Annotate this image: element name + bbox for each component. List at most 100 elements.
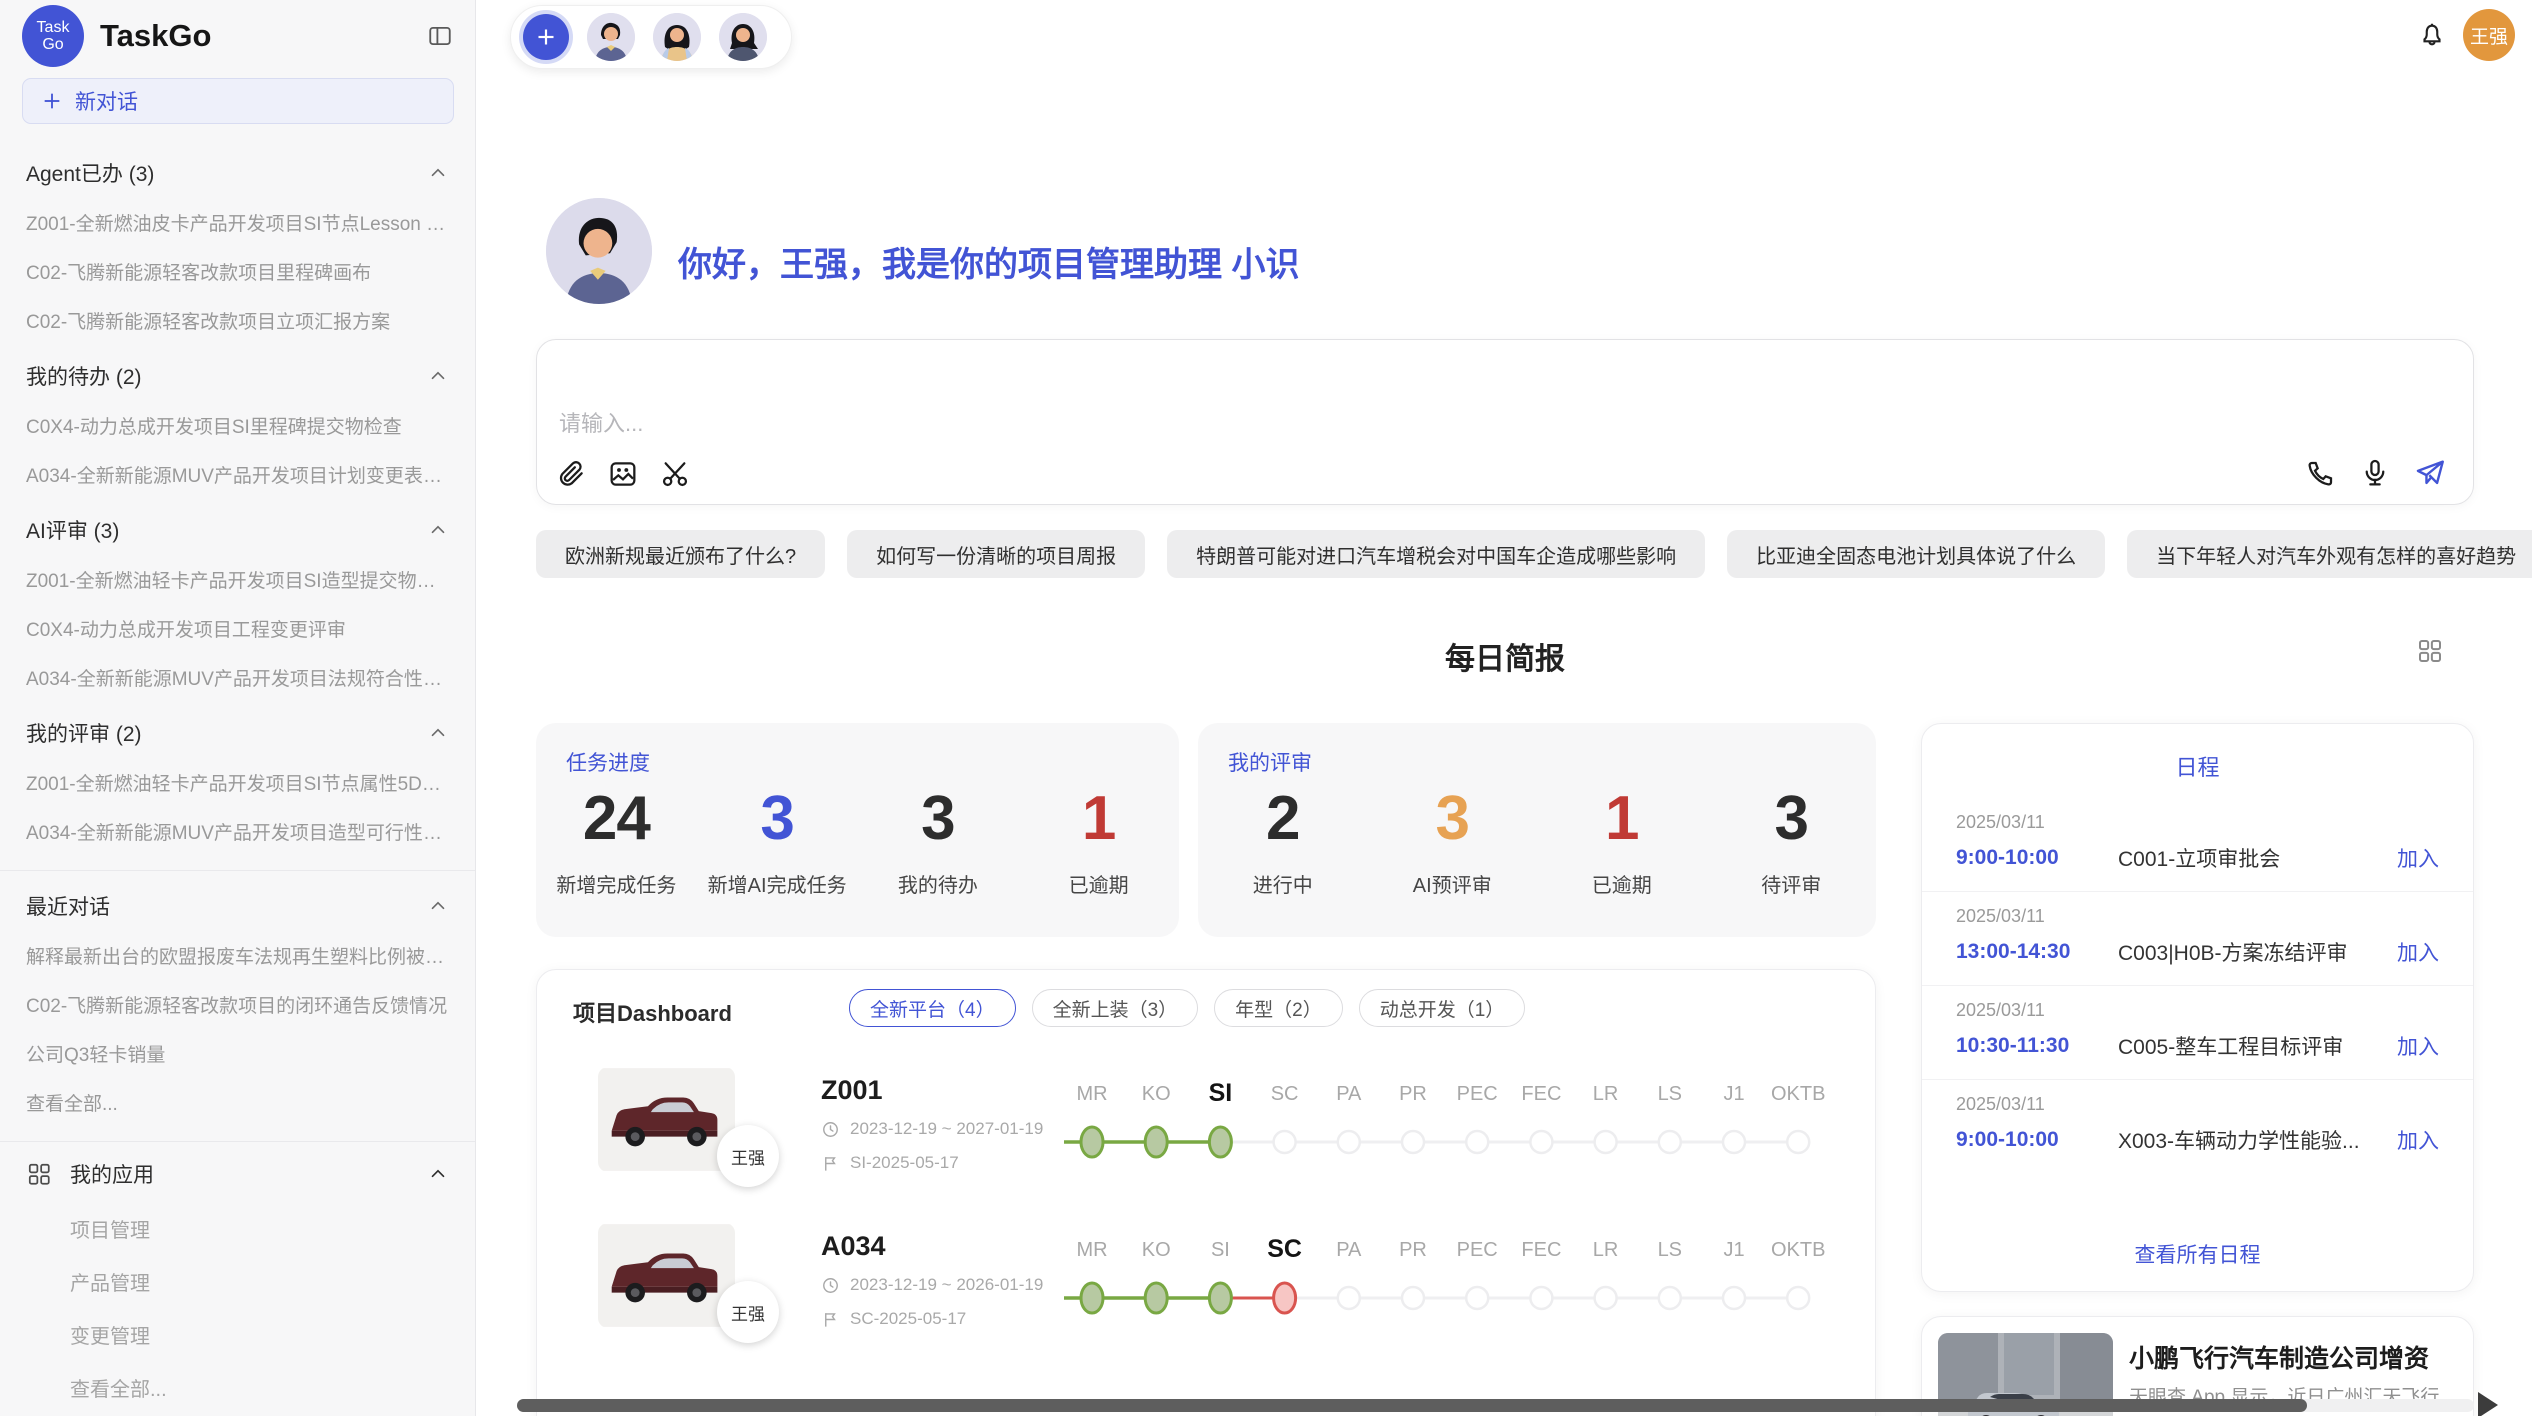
view-all-chats-link[interactable]: 查看全部... — [0, 1078, 475, 1127]
paperclip-icon[interactable] — [555, 458, 587, 490]
assistant-avatar — [546, 198, 652, 304]
project-owner-badge: 王强 — [717, 1281, 779, 1343]
app-sub-item[interactable]: 变更管理 — [0, 1308, 475, 1361]
stat-label: 已逾期 — [1018, 869, 1179, 898]
project-owner-badge: 王强 — [717, 1125, 779, 1187]
user-avatar[interactable]: 王强 — [2463, 9, 2515, 61]
event-join-link[interactable]: 加入 — [2397, 1031, 2439, 1061]
app-logo: Task Go — [22, 5, 84, 67]
scroll-right-arrow[interactable] — [2478, 1392, 2498, 1416]
mic-icon[interactable] — [2359, 457, 2391, 489]
sidebar: Task Go TaskGo 新对话 Agent已办 (3)Z001-全新燃油皮… — [0, 0, 476, 1416]
project-car-image — [598, 1067, 735, 1172]
event-row: 10:30-11:30C005-整车工程目标评审加入 — [1956, 1031, 2439, 1061]
chat-input-box[interactable]: 请输入... — [536, 339, 2474, 505]
phone-icon[interactable] — [2305, 457, 2337, 489]
view-all-schedule-link[interactable]: 查看所有日程 — [1922, 1239, 2473, 1269]
scissors-icon[interactable] — [659, 458, 691, 490]
stat-value: 3 — [1368, 783, 1538, 855]
sidebar-section-header[interactable]: AI评审 (3) — [0, 499, 475, 555]
image-icon[interactable] — [607, 458, 639, 490]
suggestion-chip[interactable]: 如何写一份清晰的项目周报 — [847, 530, 1145, 578]
schedule-title: 日程 — [1922, 750, 2473, 782]
stat-label: 已逾期 — [1537, 869, 1707, 898]
event-row: 13:00-14:30C003|H0B-方案冻结评审加入 — [1956, 937, 2439, 967]
sidebar-item[interactable]: Z001-全新燃油皮卡产品开发项目SI节点Lesson Learn报告 — [0, 198, 475, 247]
horizontal-scrollbar-track[interactable] — [517, 1399, 2474, 1412]
sidebar-section-header[interactable]: 我的待办 (2) — [0, 345, 475, 401]
dashboard-tab[interactable]: 年型（2） — [1214, 989, 1343, 1027]
project-dates-text: 2023-12-19 ~ 2027-01-19 — [850, 1119, 1043, 1139]
app-sub-item[interactable]: 项目管理 — [0, 1202, 475, 1255]
app-title: TaskGo — [100, 18, 427, 54]
stat-value: 1 — [1537, 783, 1707, 855]
new-chat-button[interactable]: 新对话 — [22, 78, 454, 124]
event-row: 9:00-10:00X003-车辆动力学性能验...加入 — [1956, 1125, 2439, 1155]
sidebar-item[interactable]: Z001-全新燃油轻卡产品开发项目SI造型提交物评审 — [0, 555, 475, 604]
greeting-text: 你好，王强，我是你的项目管理助理 小识 — [678, 237, 1299, 286]
dashboard-tab[interactable]: 全新平台（4） — [849, 989, 1016, 1027]
project-name: A034 — [821, 1231, 886, 1262]
add-agent-button[interactable] — [523, 14, 569, 60]
project-car-image — [598, 1223, 735, 1328]
stat-row: 2进行中3AI预评审1已逾期3待评审 — [1198, 783, 1876, 898]
sidebar-item[interactable]: C0X4-动力总成开发项目工程变更评审 — [0, 604, 475, 653]
notifications-bell-icon[interactable] — [2417, 20, 2447, 50]
sidebar-section-title: 最近对话 — [26, 891, 110, 921]
recent-chat-item[interactable]: C02-飞腾新能源轻客改款项目的闭环通告反馈情况 — [0, 980, 475, 1029]
event-join-link[interactable]: 加入 — [2397, 937, 2439, 967]
agent-avatar-3[interactable] — [719, 13, 767, 61]
sidebar-item[interactable]: A034-全新新能源MUV产品开发项目计划变更表编写 — [0, 450, 475, 499]
event-date: 2025/03/11 — [1956, 906, 2439, 927]
dashboard-title: 项目Dashboard — [573, 996, 732, 1028]
app-sub-item[interactable]: 产品管理 — [0, 1255, 475, 1308]
stat-label: 我的待办 — [858, 869, 1019, 898]
recent-chat-item[interactable]: 公司Q3轻卡销量 — [0, 1029, 475, 1078]
sidebar-item-my-apps[interactable]: 我的应用 — [0, 1146, 475, 1202]
agent-avatar-2[interactable] — [653, 13, 701, 61]
event-title: X003-车辆动力学性能验... — [2106, 1125, 2397, 1155]
suggestion-chip[interactable]: 欧洲新规最近颁布了什么? — [536, 530, 825, 578]
event-time: 10:30-11:30 — [1956, 1034, 2106, 1058]
stat-value: 24 — [536, 783, 697, 855]
dashboard-tab[interactable]: 全新上装（3） — [1032, 989, 1199, 1027]
stat-cell: 3AI预评审 — [1368, 783, 1538, 898]
sidebar-item[interactable]: A034-全新新能源MUV产品开发项目造型可行性评审 — [0, 807, 475, 856]
project-row: 王强Z0012023-12-19 ~ 2027-01-19SI-2025-05-… — [537, 1067, 1876, 1217]
event-join-link[interactable]: 加入 — [2397, 1125, 2439, 1155]
send-icon[interactable] — [2413, 456, 2447, 490]
event-title: C003|H0B-方案冻结评审 — [2106, 937, 2397, 967]
divider — [0, 870, 475, 871]
recent-chat-item[interactable]: 解释最新出台的欧盟报废车法规再生塑料比例被调至15%... — [0, 931, 475, 980]
logo-line2: Go — [42, 36, 63, 53]
horizontal-scrollbar-thumb[interactable] — [517, 1399, 2307, 1412]
divider — [0, 1141, 475, 1142]
agent-avatar-1[interactable] — [587, 13, 635, 61]
stat-card-title: 任务进度 — [566, 747, 650, 777]
sidebar-item[interactable]: A034-全新新能源MUV产品开发项目法规符合性评审 — [0, 653, 475, 702]
schedule-card: 日程 2025/03/119:00-10:00C001-立项审批会加入2025/… — [1921, 723, 2474, 1292]
milestone-label: OKTB — [1753, 1083, 1843, 1106]
sidebar-item[interactable]: C0X4-动力总成开发项目SI里程碑提交物检查 — [0, 401, 475, 450]
suggestion-chip[interactable]: 特朗普可能对进口汽车增税会对中国车企造成哪些影响 — [1167, 530, 1705, 578]
new-chat-label: 新对话 — [75, 86, 138, 116]
sidebar-section-header[interactable]: Agent已办 (3) — [0, 142, 475, 198]
sidebar-section-header[interactable]: 我的评审 (2) — [0, 702, 475, 758]
sidebar-collapse-icon[interactable] — [427, 23, 453, 49]
event-date: 2025/03/11 — [1956, 1094, 2439, 1115]
dashboard-tab[interactable]: 动总开发（1） — [1359, 989, 1526, 1027]
app-sub-item[interactable]: 查看全部... — [0, 1361, 475, 1414]
suggestion-chips: 欧洲新规最近颁布了什么? 如何写一份清晰的项目周报特朗普可能对进口汽车增税会对中国… — [536, 530, 2474, 578]
event-join-link[interactable]: 加入 — [2397, 843, 2439, 873]
sidebar-item[interactable]: Z001-全新燃油轻卡产品开发项目SI节点属性5D文件评审 — [0, 758, 475, 807]
sidebar-section-header[interactable]: 最近对话 — [0, 875, 475, 931]
stat-cell: 1 已逾期 — [1537, 783, 1707, 898]
stat-row: 24新增完成任务3新增AI完成任务3我的待办1已逾期 — [536, 783, 1179, 898]
sidebar-section-title: 我的待办 (2) — [26, 361, 142, 391]
suggestion-chip[interactable]: 当下年轻人对汽车外观有怎样的喜好趋势 — [2127, 530, 2532, 578]
sidebar-item[interactable]: C02-飞腾新能源轻客改款项目立项汇报方案 — [0, 296, 475, 345]
suggestion-chip[interactable]: 比亚迪全固态电池计划具体说了什么 — [1727, 530, 2105, 578]
sidebar-item[interactable]: C02-飞腾新能源轻客改款项目里程碑画布 — [0, 247, 475, 296]
event-time: 13:00-14:30 — [1956, 940, 2106, 964]
layout-grid-icon[interactable] — [2415, 636, 2445, 666]
